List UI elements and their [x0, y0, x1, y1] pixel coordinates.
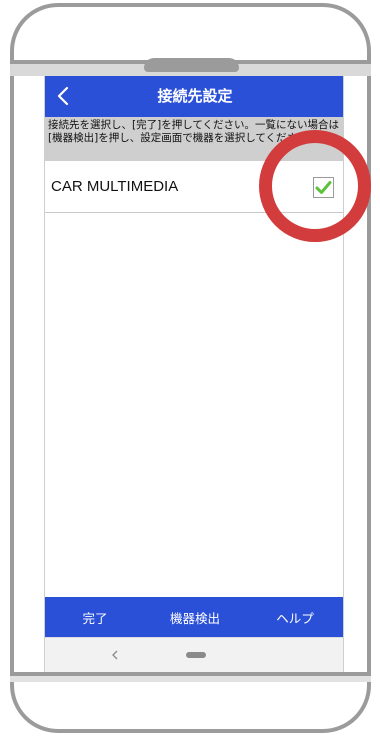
device-checkbox[interactable] [313, 177, 334, 198]
app-screen: 接続先設定 接続先を選択し、[完了]を押してください。一覧にない場合は[機器検出… [44, 76, 344, 672]
device-list-item[interactable]: CAR MULTIMEDIA [45, 161, 343, 213]
page-title: 接続先設定 [157, 87, 233, 105]
back-arrow-icon[interactable] [109, 647, 121, 663]
help-button[interactable]: ヘルプ [245, 608, 343, 627]
instruction-text: 接続先を選択し、[完了]を押してください。一覧にない場合は[機器検出]を押し、設… [45, 117, 343, 161]
phone-bottom-bezel [10, 672, 371, 682]
done-button[interactable]: 完了 [45, 608, 145, 627]
device-name: CAR MULTIMEDIA [51, 178, 179, 195]
system-nav-bar [45, 637, 343, 672]
back-button[interactable] [49, 81, 77, 111]
header-bar: 接続先設定 [45, 76, 343, 117]
chevron-left-icon [57, 86, 69, 106]
phone-speaker [144, 58, 239, 72]
detect-device-button[interactable]: 機器検出 [145, 608, 245, 627]
home-pill-icon[interactable] [186, 652, 206, 658]
checkmark-icon [315, 181, 332, 194]
bottom-action-bar: 完了 機器検出 ヘルプ [45, 597, 343, 637]
